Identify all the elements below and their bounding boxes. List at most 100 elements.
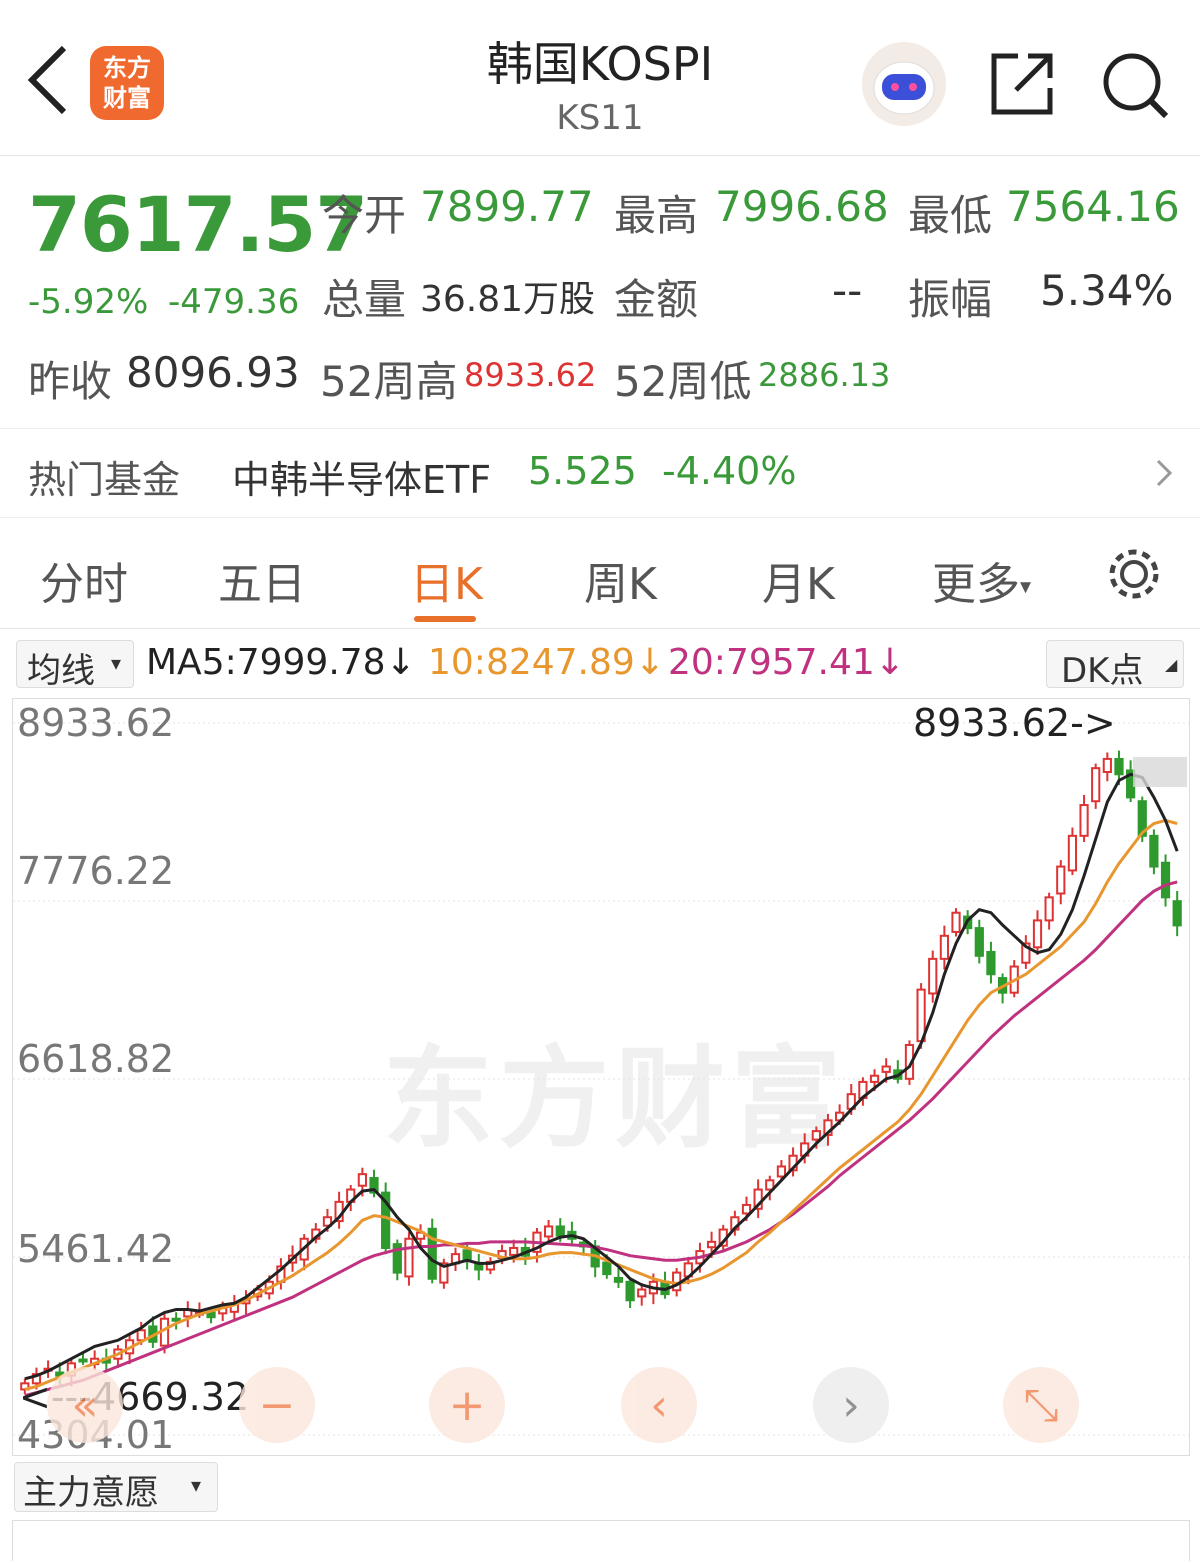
candle [625,1277,635,1308]
ma5-value: MA5:7999.78↓ [146,642,416,683]
candle [474,1253,484,1281]
candle-body [951,911,961,933]
candle [427,1218,437,1284]
candle-body [625,1280,635,1302]
y-tick-label: 7776.22 [17,849,175,893]
price-change: -479.36 [168,282,300,322]
ma20-value: 20:7957.41↓ [668,642,905,683]
candle [1044,892,1054,930]
candle [939,925,949,970]
candle [660,1271,670,1299]
chevron-right-icon [1152,453,1176,497]
open-value: 7899.77 [420,182,594,231]
ma-legend-row: 均线 ▾ MA5:7999.78↓ 10:8247.89↓ 20:7957.41… [0,636,1200,692]
candle [485,1257,496,1275]
candle [183,1301,193,1328]
tab-weekly-k[interactable]: 周K [584,548,657,612]
candle [1102,752,1112,782]
period-tabs: 分时 五日 日K 周K 月K 更多▾ [0,520,1200,629]
candle-body [1102,757,1112,774]
volume-label: 总量 [322,275,407,324]
candle-body [706,1240,717,1249]
tab-intraday[interactable]: 分时 [40,548,128,612]
w52-low-value: 2886.13 [758,356,891,394]
fund-change: -4.40% [662,449,797,493]
hot-fund-label: 热门基金 [28,458,181,502]
candle [567,1221,577,1247]
candle-body [776,1165,787,1178]
amount-label: 金额 [614,275,699,324]
price-marker-box [1133,757,1187,787]
ma-selector-label: 均线 [27,651,95,691]
w52-high-label: 52周高 [320,357,458,406]
candle-body [881,1065,891,1073]
app-header: 东方 财富 韩国KOSPI KS11 [0,0,1200,156]
candle-body [1172,900,1182,927]
candle-body [474,1263,484,1271]
candle-body [811,1130,821,1141]
pct-change: -5.92% [28,282,149,322]
robot-icon [873,61,935,115]
candle-body [78,1358,88,1363]
prev-close-value: 8096.93 [126,348,300,397]
corner-arrow-icon: ◢ [1165,655,1178,674]
candle [229,1295,239,1322]
fund-name: 中韩半导体ETF [232,458,492,502]
candle [1032,910,1043,956]
double-left-icon: « [71,1379,99,1431]
tab-monthly-k[interactable]: 月K [762,548,835,612]
indicator-chart-area [12,1520,1190,1561]
tab-more-label: 更多 [932,559,1020,610]
low-label: 最低 [908,191,993,240]
open-label: 今开 [322,191,407,240]
ma-selector[interactable]: 均线 ▾ [16,640,134,691]
indicator-selector[interactable]: 主力意愿 ▾ [14,1462,218,1513]
fund-price: 5.525 [528,449,637,493]
candle-body [544,1225,554,1238]
zoom-out-button[interactable]: − [239,1367,315,1443]
settings-button[interactable] [1104,544,1164,608]
expand-icon: ⤡ [1023,1379,1059,1431]
candle [1067,827,1078,876]
candle-body [555,1225,565,1237]
candle-body [136,1329,146,1342]
ma5-line [24,772,1179,1381]
high-value: 7996.68 [715,182,889,231]
share-button[interactable] [988,50,1058,120]
scroll-right-button[interactable]: › [813,1367,889,1443]
high-label: 最高 [614,191,699,240]
assistant-robot-button[interactable] [862,42,946,126]
candle-body [1032,919,1043,949]
low-value: 7564.16 [1006,182,1180,231]
candle-body [1044,896,1054,922]
scroll-left-button[interactable]: ‹ [621,1367,697,1443]
search-button[interactable] [1100,50,1170,120]
tab-more[interactable]: 更多▾ [932,548,1031,612]
candle [1021,935,1031,969]
candle-body [1114,757,1124,776]
candle-body [404,1237,414,1278]
gear-icon [1109,549,1159,599]
candle-body [613,1276,624,1283]
tab-daily-k[interactable]: 日K [410,548,483,612]
zoom-in-button[interactable]: + [429,1367,505,1443]
y-tick-label: 8933.62 [17,701,175,745]
hot-fund-row[interactable]: 热门基金 中韩半导体ETF 5.525 -4.40% [0,428,1200,518]
kline-chart[interactable]: 东方财富 8933.62 7776.22 6618.82 5461.42 430… [12,698,1190,1457]
dropdown-arrow-icon: ▾ [111,651,122,675]
candle-body [939,934,949,960]
y-tick-label: 6618.82 [17,1037,175,1081]
prev-close-label: 昨收 [28,357,113,406]
scroll-start-button[interactable]: « [47,1367,123,1443]
candle-body [1091,767,1101,803]
candle [450,1247,461,1272]
fullscreen-button[interactable]: ⤡ [1003,1367,1079,1443]
candle [1149,829,1159,875]
candle [439,1258,449,1289]
kline-svg [13,722,1189,1436]
candle-body [1067,834,1078,872]
tab-five-day[interactable]: 五日 [218,548,306,612]
chevron-right-icon: › [842,1379,860,1431]
candle-body [1079,804,1089,837]
dk-point-button[interactable]: DK点 ◢ [1046,640,1184,691]
